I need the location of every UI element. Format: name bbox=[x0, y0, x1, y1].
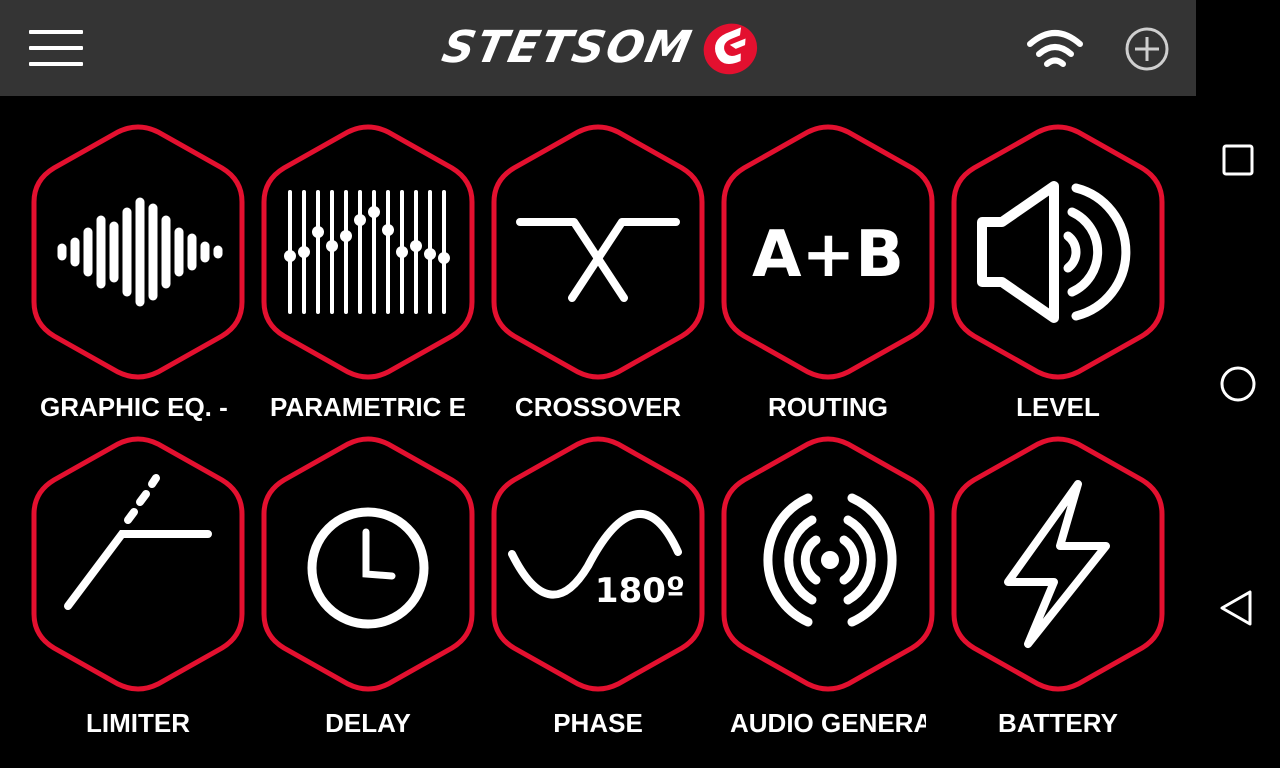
recent-apps-square-icon bbox=[1222, 144, 1254, 176]
tile-graphic-eq[interactable]: GRAPHIC EQ. - IN bbox=[26, 96, 250, 422]
add-circle-icon bbox=[1125, 27, 1169, 71]
hexagon-frame bbox=[721, 436, 935, 692]
menu-button[interactable] bbox=[22, 22, 90, 74]
back-button[interactable] bbox=[1216, 586, 1260, 630]
hexagon-frame bbox=[951, 124, 1165, 380]
wifi-icon bbox=[1027, 30, 1083, 67]
tile-limiter[interactable]: LIMITER bbox=[26, 408, 250, 738]
tile-battery[interactable]: BATTERY bbox=[946, 408, 1170, 738]
hexagon-frame: 180º bbox=[491, 436, 705, 692]
tile-audio-generator[interactable]: AUDIO GENERATOR bbox=[716, 408, 940, 738]
routing-ab-icon: A+B bbox=[752, 218, 904, 292]
tile-delay[interactable]: DELAY bbox=[256, 408, 480, 738]
home-button[interactable] bbox=[1216, 362, 1260, 406]
phase-glyph: 180º bbox=[595, 571, 685, 611]
back-triangle-icon bbox=[1220, 590, 1252, 626]
tile-phase[interactable]: 180º PHASE bbox=[486, 408, 710, 738]
app-screen: STETSOM GRAPHIC EQ. - PARAMETRIC E CROSS… bbox=[0, 0, 1196, 768]
tile-level[interactable]: LEVEL bbox=[946, 96, 1170, 422]
tile-label: PHASE bbox=[553, 708, 643, 738]
hexagon-frame bbox=[261, 436, 475, 692]
hexagon-frame bbox=[491, 124, 705, 380]
system-nav-bar bbox=[1196, 0, 1280, 768]
brand-logo: STETSOM bbox=[434, 14, 764, 82]
tile-label: DELAY bbox=[325, 708, 411, 738]
brand-name: STETSOM bbox=[437, 22, 698, 73]
hexagon-frame bbox=[31, 436, 245, 692]
add-button[interactable] bbox=[1122, 24, 1172, 74]
recent-apps-button[interactable] bbox=[1216, 138, 1260, 182]
tile-label: BATTERY bbox=[998, 708, 1118, 738]
tile-label: AUDIO GENERATOR bbox=[730, 708, 926, 738]
tile-crossover[interactable]: CROSSOVER bbox=[486, 96, 710, 422]
brand-mark-icon bbox=[703, 23, 758, 75]
tile-parametric-eq[interactable]: PARAMETRIC EQ. bbox=[256, 96, 480, 422]
wifi-button[interactable] bbox=[1022, 24, 1088, 74]
hamburger-menu-icon bbox=[29, 30, 83, 34]
routing-glyph: A+B bbox=[752, 218, 904, 292]
hexagon-frame bbox=[951, 436, 1165, 692]
tile-routing[interactable]: A+B ROUTING bbox=[716, 96, 940, 422]
hexagon-frame bbox=[31, 124, 245, 380]
hexagon-frame bbox=[261, 124, 475, 380]
hexagon-frame: A+B bbox=[721, 124, 935, 380]
tile-label: LIMITER bbox=[86, 708, 190, 738]
top-bar: STETSOM bbox=[0, 0, 1196, 96]
home-circle-icon bbox=[1220, 366, 1256, 402]
module-grid: GRAPHIC EQ. - IN bbox=[0, 96, 1196, 768]
